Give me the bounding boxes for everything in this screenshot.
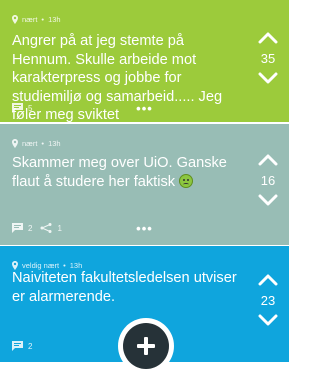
compose-button[interactable] xyxy=(118,318,174,374)
post-meta: nært • 13h xyxy=(12,13,61,25)
vote-control: 16 xyxy=(255,154,281,206)
chevron-down-icon[interactable] xyxy=(258,194,278,206)
vote-count: 16 xyxy=(260,173,276,188)
post-location: nært xyxy=(22,14,38,24)
post-time: 13h xyxy=(48,14,61,24)
post-meta: nært • 13h xyxy=(12,137,61,149)
post-time: 13h xyxy=(48,138,61,148)
post-footer: 2 xyxy=(12,341,32,351)
chevron-up-icon[interactable] xyxy=(258,154,278,166)
compose-button-inner xyxy=(123,323,169,369)
location-pin-icon xyxy=(12,14,18,24)
comment-count: 2 xyxy=(28,341,33,351)
location-pin-icon xyxy=(12,138,18,148)
more-options-button[interactable]: ••• xyxy=(0,222,289,235)
meta-separator: • xyxy=(41,138,45,148)
post-text: Skammer meg over UiO. Ganske flaut å stu… xyxy=(12,155,227,190)
vote-control: 35 xyxy=(255,32,281,84)
plus-icon xyxy=(137,337,155,355)
comment-bubble-icon[interactable] xyxy=(12,341,23,351)
chevron-down-icon[interactable] xyxy=(258,314,278,326)
post-card[interactable]: nært • 13h Skammer meg over UiO. Ganske … xyxy=(0,124,289,245)
post-card[interactable]: nært • 13h Angrer på at jeg stemte på He… xyxy=(0,0,289,122)
post-text: Naiviteten fakultetsledelsen utviser er … xyxy=(12,270,237,305)
nauseated-face-emoji xyxy=(179,173,194,188)
vote-count: 23 xyxy=(260,293,276,308)
post-location: nært xyxy=(22,138,38,148)
more-options-button[interactable]: ••• xyxy=(0,102,289,115)
chevron-up-icon[interactable] xyxy=(258,274,278,286)
vote-count: 35 xyxy=(260,51,276,66)
meta-separator: • xyxy=(41,14,45,24)
post-text-container: Skammer meg over UiO. Ganske flaut å stu… xyxy=(12,154,244,191)
chevron-down-icon[interactable] xyxy=(258,72,278,84)
chevron-up-icon[interactable] xyxy=(258,32,278,44)
vote-control: 23 xyxy=(255,274,281,326)
